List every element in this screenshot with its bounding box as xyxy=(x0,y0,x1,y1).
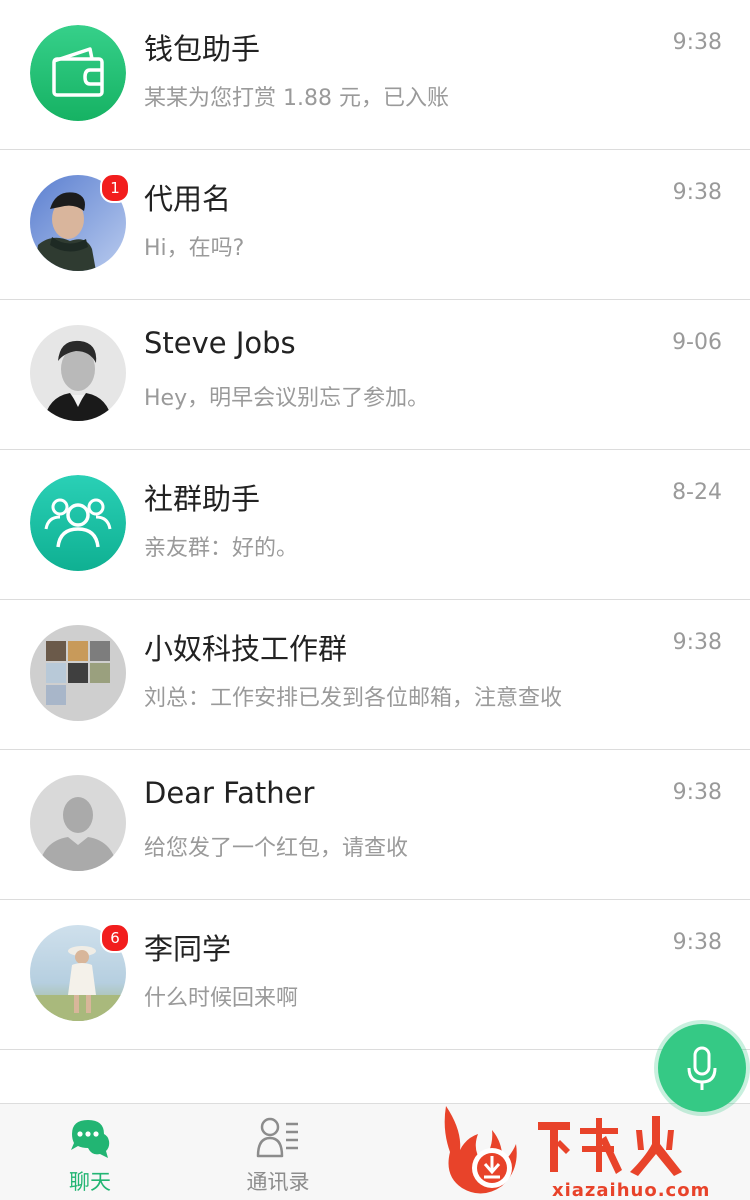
wallet-icon xyxy=(30,25,126,121)
chat-row-dear-father[interactable]: Dear Father 给您发了一个红包，请查收 9:38 xyxy=(0,750,750,900)
chat-name: 李同学 xyxy=(144,932,232,966)
chat-preview: 给您发了一个红包，请查收 xyxy=(144,836,409,861)
contacts-icon xyxy=(254,1114,302,1162)
avatar xyxy=(30,325,126,421)
chat-preview: 亲友群：好的。 xyxy=(144,536,299,561)
group-icon xyxy=(30,475,126,571)
chat-preview: 什么时候回来啊 xyxy=(144,986,299,1011)
chat-row-wallet-helper[interactable]: 钱包助手 某某为您打赏 1.88 元，已入账 9:38 xyxy=(0,0,750,150)
mic-button[interactable] xyxy=(658,1024,746,1112)
chat-preview: Hey，明早会议别忘了参加。 xyxy=(144,386,430,411)
tab-contacts[interactable]: 通讯录 xyxy=(188,1104,368,1200)
chat-row-work-group[interactable]: 小奴科技工作群 刘总：工作安排已发到各位邮箱，注意查收 9:38 xyxy=(0,600,750,750)
avatar: 1 xyxy=(30,173,130,271)
chat-bubble-icon xyxy=(66,1114,114,1162)
chat-row-li-tongxue[interactable]: 6 李同学 什么时候回来啊 9:38 xyxy=(0,900,750,1050)
chat-name: 社群助手 xyxy=(144,482,261,516)
avatar xyxy=(30,775,126,871)
avatar xyxy=(30,475,126,571)
microphone-icon xyxy=(687,1046,717,1090)
chat-preview: 某某为您打赏 1.88 元，已入账 xyxy=(144,86,449,111)
chat-time: 9:38 xyxy=(672,180,722,205)
chat-time: 9:38 xyxy=(672,30,722,55)
tab-label: 通讯录 xyxy=(246,1170,310,1194)
chat-time: 9:38 xyxy=(672,930,722,955)
tab-chats[interactable]: 聊天 xyxy=(0,1104,180,1200)
svg-text:xiazaihuo.com: xiazaihuo.com xyxy=(552,1180,710,1200)
chat-name: 代用名 xyxy=(144,182,232,216)
chat-time: 9-06 xyxy=(672,330,722,355)
avatar: 6 xyxy=(30,923,130,1021)
tab-label: 聊天 xyxy=(69,1170,111,1194)
chat-time: 9:38 xyxy=(672,630,722,655)
watermark-logo: xiazaihuo.com xyxy=(442,1100,750,1200)
avatar xyxy=(30,625,126,721)
chat-name: 钱包助手 xyxy=(144,32,261,66)
chat-row-daiyongming[interactable]: 1 代用名 Hi，在吗? 9:38 xyxy=(0,150,750,300)
chat-preview: 刘总：工作安排已发到各位邮箱，注意查收 xyxy=(144,686,563,711)
chat-name: 小奴科技工作群 xyxy=(144,632,348,666)
chat-row-community-helper[interactable]: 社群助手 亲友群：好的。 8-24 xyxy=(0,450,750,600)
unread-badge: 6 xyxy=(100,923,130,953)
chat-preview: Hi，在吗? xyxy=(144,236,245,261)
chat-list-screen: 钱包助手 某某为您打赏 1.88 元，已入账 9:38 1 代用名 Hi，在吗?… xyxy=(0,0,750,1200)
chat-time: 8-24 xyxy=(672,480,722,505)
chat-row-steve-jobs[interactable]: Steve Jobs Hey，明早会议别忘了参加。 9-06 xyxy=(0,300,750,450)
default-person-icon xyxy=(30,775,126,871)
group-collage-avatar xyxy=(30,625,126,721)
row-divider xyxy=(0,1049,750,1050)
chat-name: Steve Jobs xyxy=(144,326,296,360)
avatar xyxy=(30,25,126,121)
unread-badge: 1 xyxy=(100,173,130,203)
chat-time: 9:38 xyxy=(672,780,722,805)
person-photo-avatar xyxy=(30,325,126,421)
chat-name: Dear Father xyxy=(144,776,315,810)
